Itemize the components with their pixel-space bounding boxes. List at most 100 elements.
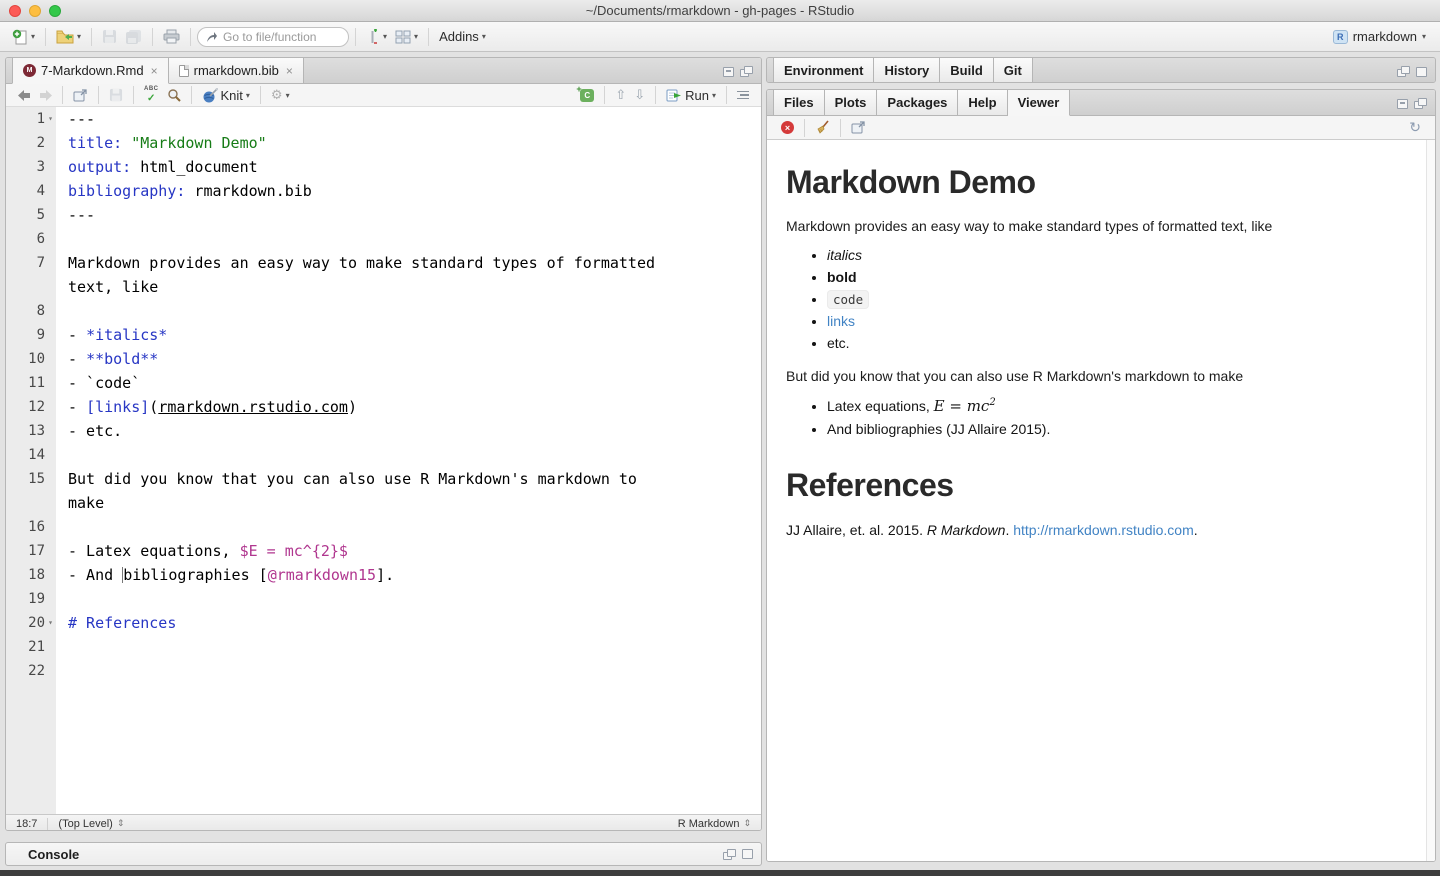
back-button[interactable]: [14, 88, 35, 103]
code-line[interactable]: 7Markdown provides an easy way to make s…: [6, 251, 761, 275]
code-line[interactable]: 1▾---: [6, 107, 761, 131]
rmarkdown-file-icon: M: [23, 64, 36, 77]
maximize-pane-icon[interactable]: [1416, 67, 1427, 77]
references-heading: References: [786, 467, 1405, 504]
chevron-down-icon: ▾: [31, 32, 35, 41]
code-line[interactable]: 19: [6, 587, 761, 611]
tab-packages[interactable]: Packages: [877, 90, 958, 115]
open-file-button[interactable]: ▾: [52, 27, 85, 46]
code-line[interactable]: 6: [6, 227, 761, 251]
fold-arrow-icon[interactable]: ▾: [45, 107, 56, 131]
open-in-new-window-button[interactable]: [847, 119, 870, 136]
minimize-pane-icon[interactable]: [723, 67, 734, 77]
goto-file-input[interactable]: [223, 30, 333, 44]
code-line[interactable]: text, like: [6, 275, 761, 299]
editor-settings-button[interactable]: ⚙ ▾: [267, 86, 294, 105]
maximize-pane-icon[interactable]: [740, 66, 753, 77]
knit-button[interactable]: Knit ▾: [198, 86, 254, 105]
tab-label: Build: [950, 63, 983, 78]
window-bottom-edge: [0, 870, 1440, 876]
code-line[interactable]: 15But did you know that you can also use…: [6, 467, 761, 491]
tab-7-markdown-rmd[interactable]: M 7-Markdown.Rmd ×: [12, 58, 169, 84]
save-all-button[interactable]: [121, 27, 146, 46]
filetype-selector[interactable]: R Markdown ⇕: [668, 818, 761, 830]
tab-rmarkdown-bib[interactable]: rmarkdown.bib ×: [169, 58, 304, 83]
code-editor[interactable]: 1▾---2title: "Markdown Demo"3output: htm…: [6, 107, 761, 814]
tab-label: Packages: [887, 95, 947, 110]
minimize-pane-icon[interactable]: [1397, 99, 1408, 109]
line-number: 22: [6, 659, 56, 683]
spellcheck-button[interactable]: ABC ✓: [140, 84, 163, 106]
editor-rows[interactable]: 1▾---2title: "Markdown Demo"3output: htm…: [6, 107, 761, 683]
go-next-section-button[interactable]: ⇩: [630, 86, 649, 105]
reference-link[interactable]: http://rmarkdown.rstudio.com: [1013, 522, 1194, 538]
line-number: 20▾: [6, 611, 56, 635]
code-line[interactable]: 4bibliography: rmarkdown.bib: [6, 179, 761, 203]
save-button[interactable]: [98, 27, 121, 46]
open-in-new-window-button[interactable]: [69, 87, 92, 104]
tab-history[interactable]: History: [874, 58, 940, 83]
viewer-toolbar: × ↻: [767, 116, 1435, 140]
close-tab-icon[interactable]: ×: [286, 64, 293, 78]
code-line[interactable]: 20▾# References: [6, 611, 761, 635]
close-tab-icon[interactable]: ×: [151, 64, 158, 78]
maximize-pane-icon[interactable]: [1414, 98, 1427, 109]
tab-viewer[interactable]: Viewer: [1008, 90, 1071, 116]
line-number: 19: [6, 587, 56, 611]
tab-help[interactable]: Help: [958, 90, 1007, 115]
scope-selector[interactable]: (Top Level) ⇕: [48, 818, 134, 830]
workspace-panes-button[interactable]: ▾: [391, 28, 422, 46]
version-control-button[interactable]: ▾: [362, 27, 391, 47]
tab-git[interactable]: Git: [994, 58, 1033, 83]
code-line[interactable]: make: [6, 491, 761, 515]
code-line[interactable]: 12- [links](rmarkdown.rstudio.com): [6, 395, 761, 419]
project-menu-button[interactable]: R rmarkdown ▾: [1327, 27, 1432, 46]
line-number: 12: [6, 395, 56, 419]
tab-files[interactable]: Files: [773, 90, 825, 115]
code-line[interactable]: 3output: html_document: [6, 155, 761, 179]
tab-label: Git: [1004, 63, 1022, 78]
viewer-scrollbar[interactable]: [1426, 140, 1435, 862]
find-replace-button[interactable]: [163, 86, 185, 104]
code-line[interactable]: 18- And bibliographies [@rmarkdown15].: [6, 563, 761, 587]
feature-list: Latex equations, E = mc2 And bibliograph…: [827, 397, 1405, 437]
broom-icon: [815, 120, 830, 135]
code-line[interactable]: 2title: "Markdown Demo": [6, 131, 761, 155]
clear-all-button[interactable]: [811, 118, 834, 137]
save-button[interactable]: [105, 86, 127, 104]
code-line[interactable]: 16: [6, 515, 761, 539]
clear-viewer-button[interactable]: ×: [777, 119, 798, 136]
addins-button[interactable]: Addins ▾: [435, 27, 490, 46]
code-line[interactable]: 11- `code`: [6, 371, 761, 395]
source-pane: M 7-Markdown.Rmd × rmarkdown.bib ×: [5, 57, 762, 831]
tab-environment[interactable]: Environment: [773, 58, 874, 83]
refresh-button[interactable]: ↻: [1405, 118, 1425, 138]
rerun-source-icon[interactable]: [733, 89, 753, 102]
filetype-label: R Markdown: [678, 818, 740, 830]
restore-pane-icon[interactable]: [1397, 66, 1410, 77]
code-line[interactable]: 10- **bold**: [6, 347, 761, 371]
code-line[interactable]: 21: [6, 635, 761, 659]
links-link[interactable]: links: [827, 313, 855, 329]
print-button[interactable]: [159, 27, 184, 46]
tab-plots[interactable]: Plots: [825, 90, 878, 115]
code-line[interactable]: 22: [6, 659, 761, 683]
code-line[interactable]: 5---: [6, 203, 761, 227]
remove-icon: ×: [781, 121, 794, 134]
tab-build[interactable]: Build: [940, 58, 994, 83]
restore-pane-icon[interactable]: [723, 849, 736, 860]
code-line[interactable]: 8: [6, 299, 761, 323]
code-line[interactable]: 9- *italics*: [6, 323, 761, 347]
new-file-button[interactable]: ▾: [8, 27, 39, 47]
fold-arrow-icon[interactable]: ▾: [45, 611, 56, 635]
go-prev-section-button[interactable]: ⇧: [611, 86, 630, 105]
maximize-pane-icon[interactable]: [742, 849, 753, 859]
code-line[interactable]: 14: [6, 443, 761, 467]
run-button[interactable]: Run ▾: [662, 86, 720, 105]
insert-chunk-button[interactable]: C: [576, 87, 598, 104]
code-line[interactable]: 17- Latex equations, $E = mc^{2}$: [6, 539, 761, 563]
forward-button[interactable]: [35, 88, 56, 103]
console-pane: Console: [5, 842, 762, 866]
goto-file-search[interactable]: [197, 27, 349, 47]
code-line[interactable]: 13- etc.: [6, 419, 761, 443]
